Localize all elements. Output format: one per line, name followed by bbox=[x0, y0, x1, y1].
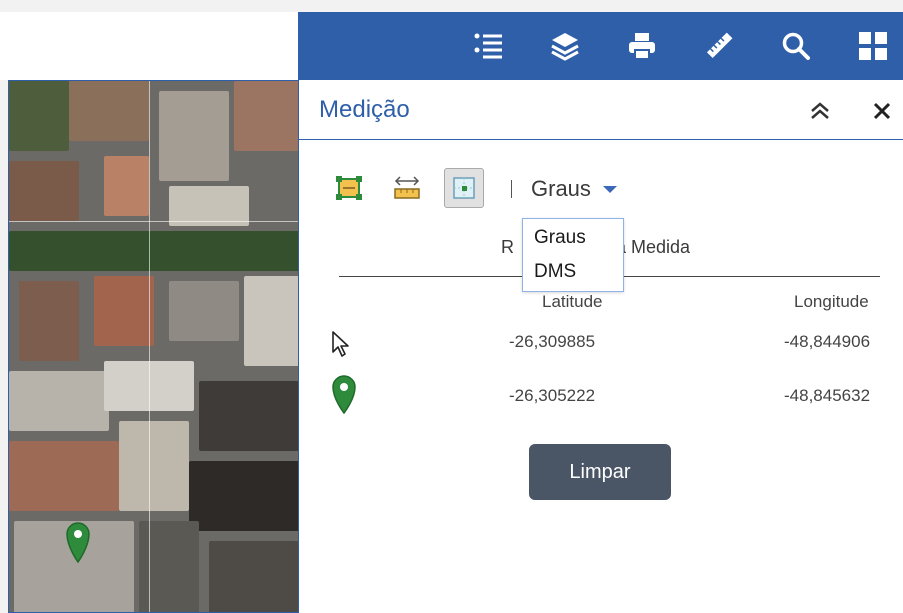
result-lat: -26,309885 bbox=[509, 332, 596, 351]
map-pin-icon bbox=[331, 374, 357, 419]
unit-option-dms[interactable]: DMS bbox=[534, 261, 576, 283]
measurement-panel: Medição Graus R a Medida Latitude Longit… bbox=[298, 80, 903, 613]
unit-option-graus[interactable]: Graus bbox=[534, 227, 586, 249]
result-lon: -48,844906 bbox=[784, 332, 871, 351]
print-icon[interactable] bbox=[620, 24, 664, 68]
result-row: -26,305222 -48,845632 bbox=[299, 375, 903, 426]
location-measure-icon[interactable] bbox=[444, 168, 484, 208]
result-label-left: R bbox=[501, 237, 514, 257]
widgets-grid-icon[interactable] bbox=[851, 24, 895, 68]
close-icon[interactable] bbox=[869, 98, 895, 124]
legend-list-icon[interactable] bbox=[466, 24, 510, 68]
clear-button[interactable]: Limpar bbox=[529, 444, 671, 500]
map-grid-line bbox=[9, 221, 298, 222]
unit-select-value: Graus bbox=[531, 176, 591, 201]
satellite-imagery bbox=[9, 81, 298, 612]
unit-select[interactable]: Graus bbox=[531, 174, 617, 204]
longitude-header: Longitude bbox=[794, 292, 869, 311]
ruler-icon[interactable] bbox=[697, 24, 741, 87]
measure-toolbar: Graus bbox=[329, 168, 889, 212]
result-label-right: a Medida bbox=[616, 237, 691, 257]
latitude-header: Latitude bbox=[542, 292, 603, 311]
result-lon: -48,845632 bbox=[784, 386, 871, 405]
toolbar-separator bbox=[511, 180, 512, 198]
result-lat: -26,305222 bbox=[509, 386, 596, 405]
collapse-icon[interactable] bbox=[807, 98, 833, 124]
distance-measure-icon[interactable] bbox=[387, 168, 427, 208]
search-icon[interactable] bbox=[774, 24, 818, 68]
map-grid-line bbox=[149, 81, 150, 612]
chevron-down-icon bbox=[602, 185, 617, 193]
area-measure-icon[interactable] bbox=[329, 168, 369, 208]
unit-dropdown-menu: Graus DMS bbox=[522, 218, 624, 292]
panel-title: Medição bbox=[319, 96, 410, 123]
layers-icon[interactable] bbox=[543, 24, 587, 68]
panel-header: Medição bbox=[299, 80, 903, 140]
map-pin-icon[interactable] bbox=[65, 521, 91, 568]
cursor-arrow-icon bbox=[331, 330, 353, 363]
toolbar bbox=[298, 12, 903, 87]
map-view[interactable] bbox=[8, 80, 298, 613]
map-header-area bbox=[0, 12, 298, 80]
result-row: -26,309885 -48,844906 bbox=[299, 330, 903, 372]
window-top-strip bbox=[0, 0, 903, 12]
